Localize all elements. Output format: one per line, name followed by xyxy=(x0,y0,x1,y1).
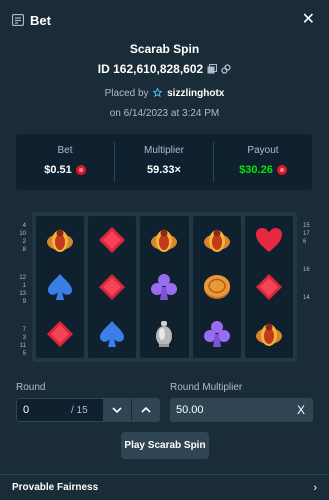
payline-numbers-right: 15 17 6 16 14 xyxy=(303,222,313,322)
payline-group: 12 1 13 9 xyxy=(16,274,26,306)
payline-number: 6 xyxy=(303,239,307,245)
coin-icon xyxy=(200,270,234,304)
username-link[interactable]: sizzlinghotx xyxy=(167,88,224,99)
diamond-icon xyxy=(95,223,129,257)
reel-1 xyxy=(36,216,85,358)
bet-stats: Bet $0.51 Multiplier 59.33× Payout $30.2… xyxy=(16,134,312,190)
diamond-icon xyxy=(95,270,129,304)
payline-number: 16 xyxy=(303,267,310,273)
coin-icon xyxy=(276,165,287,175)
payline-number: 4 xyxy=(22,223,26,229)
club-icon xyxy=(200,317,234,351)
stat-bet: Bet $0.51 xyxy=(16,134,114,190)
clear-x-icon[interactable]: X xyxy=(297,403,305,417)
scarab-icon xyxy=(252,317,286,351)
payline-group: 15 17 6 xyxy=(303,222,313,246)
payline-number: 1 xyxy=(22,283,26,289)
modal-header: Bet ✕ xyxy=(0,0,329,40)
round-multiplier-value: 50.00 xyxy=(176,404,204,416)
payline-group: 7 3 11 5 xyxy=(16,326,26,358)
payline-number: 3 xyxy=(22,335,26,341)
reel-2 xyxy=(88,216,137,358)
bet-slip-icon xyxy=(12,14,24,26)
payline-number: 14 xyxy=(303,295,310,301)
heart-icon xyxy=(252,223,286,257)
provable-fairness-label: Provable Fairness xyxy=(12,482,99,493)
stat-payout: Payout $30.26 xyxy=(213,142,312,182)
payline-group: 4 10 2 8 xyxy=(16,222,26,254)
modal-title: Bet xyxy=(30,12,51,28)
payline-number: 11 xyxy=(19,343,26,349)
payline-number: 13 xyxy=(19,291,26,297)
urn-icon xyxy=(147,317,181,351)
close-icon[interactable]: ✕ xyxy=(302,12,315,28)
payline-number: 7 xyxy=(22,327,26,333)
link-icon[interactable] xyxy=(221,64,231,74)
copy-icon[interactable] xyxy=(207,64,218,74)
diamond-icon xyxy=(252,270,286,304)
multiplier-value: 59.33× xyxy=(147,164,181,176)
reel-4 xyxy=(192,216,241,358)
payline-number: 12 xyxy=(19,275,26,281)
round-multiplier-field[interactable]: 50.00 X xyxy=(170,398,313,422)
payline-number: 17 xyxy=(303,231,310,237)
vip-star-icon xyxy=(152,87,164,98)
reel-3 xyxy=(140,216,189,358)
round-input[interactable]: 0 xyxy=(23,404,71,416)
payline-numbers-left: 4 10 2 8 12 1 13 9 7 3 11 5 xyxy=(16,222,26,378)
placed-by: Placed by sizzlinghotx xyxy=(104,87,225,99)
payline-number: 10 xyxy=(19,231,26,237)
round-total: / 15 xyxy=(71,404,88,416)
scarab-icon xyxy=(43,223,77,257)
reel-5 xyxy=(244,216,293,358)
bet-id: ID 162,610,828,602 xyxy=(97,62,204,76)
diamond-icon xyxy=(43,317,77,351)
club-icon xyxy=(147,270,181,304)
round-label: Round xyxy=(16,382,46,393)
slot-board xyxy=(32,212,297,362)
payline-group: 16 xyxy=(303,266,313,274)
chevron-right-icon: › xyxy=(313,481,317,494)
scarab-icon xyxy=(147,223,181,257)
payline-number: 8 xyxy=(22,247,26,253)
bet-amount: $0.51 xyxy=(44,164,72,176)
round-stepper[interactable]: 0 / 15 xyxy=(16,398,160,422)
spade-icon xyxy=(95,317,129,351)
bet-date: on 6/14/2023 at 3:24 PM xyxy=(109,108,220,119)
bet-id-row: ID 162,610,828,602 xyxy=(0,62,329,76)
stat-multiplier: Multiplier 59.33× xyxy=(114,142,213,182)
payline-number: 9 xyxy=(22,299,26,305)
spade-icon xyxy=(43,270,77,304)
chevron-up-icon[interactable] xyxy=(131,399,159,421)
payline-number: 15 xyxy=(303,223,310,229)
play-game-button[interactable]: Play Scarab Spin xyxy=(121,432,209,459)
coin-icon xyxy=(75,165,86,175)
game-name: Scarab Spin xyxy=(129,42,200,56)
payline-number: 2 xyxy=(22,239,26,245)
chevron-down-icon[interactable] xyxy=(103,399,131,421)
payout-amount: $30.26 xyxy=(239,164,273,176)
payline-group: 14 xyxy=(303,294,313,302)
scarab-icon xyxy=(200,223,234,257)
round-multiplier-label: Round Multiplier xyxy=(170,382,243,393)
payline-number: 5 xyxy=(22,351,26,357)
provable-fairness-row[interactable]: Provable Fairness › xyxy=(0,474,329,500)
